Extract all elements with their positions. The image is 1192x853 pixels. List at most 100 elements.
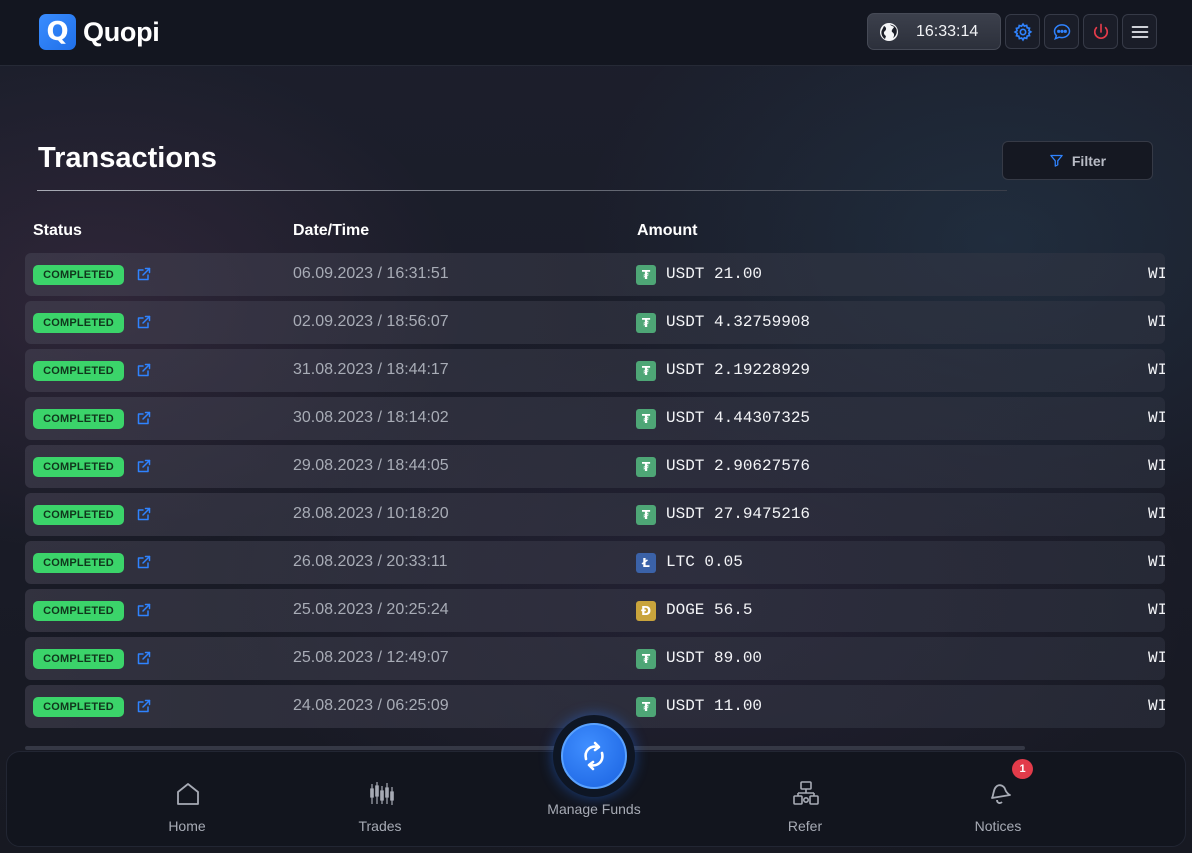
external-link-icon[interactable] [136,506,152,522]
transaction-amount: USDT 4.32759908 [666,313,811,331]
external-link-icon[interactable] [136,698,152,714]
transaction-datetime: 29.08.2023 / 18:44:05 [293,457,449,474]
table-row[interactable]: COMPLETED 28.08.2023 / 10:18:20 ₮ USDT 2… [25,493,1165,536]
transaction-datetime: 02.09.2023 / 18:56:07 [293,313,449,330]
transaction-amount: USDT 2.19228929 [666,361,811,379]
external-link-icon[interactable] [136,650,152,666]
external-link-icon[interactable] [136,362,152,378]
top-bar: Q Quopi 16:33:14 [0,0,1192,66]
coin-icon: Ð [636,601,656,621]
coin-icon: ₮ [636,361,656,381]
external-link-icon[interactable] [136,410,152,426]
column-header-datetime: Date/Time [293,222,370,239]
transaction-datetime: 26.08.2023 / 20:33:11 [293,553,448,570]
brand-name: Quopi [83,16,160,47]
status-badge: COMPLETED [33,457,124,477]
transaction-type: WI [1148,601,1165,619]
coin-icon: ₮ [636,409,656,429]
coin-icon: ₮ [636,649,656,669]
chat-button[interactable] [1044,14,1079,49]
transaction-datetime: 25.08.2023 / 20:25:24 [293,601,449,618]
nav-notices[interactable]: Notices [938,752,1058,848]
candlestick-icon [370,782,394,805]
table-row[interactable]: COMPLETED 30.08.2023 / 18:14:02 ₮ USDT 4… [25,397,1165,440]
transaction-type: WI [1148,457,1165,475]
nav-trades-label: Trades [358,818,402,834]
transaction-amount: USDT 27.9475216 [666,505,811,523]
settings-button[interactable] [1005,14,1040,49]
hamburger-icon [1131,25,1148,38]
manage-funds-button[interactable] [561,723,627,789]
transaction-type: WI [1148,313,1165,331]
table-row[interactable]: COMPLETED 25.08.2023 / 20:25:24 Ð DOGE 5… [25,589,1165,632]
nav-home-label: Home [168,818,206,834]
clock-time: 16:33:14 [916,22,979,40]
status-badge: COMPLETED [33,313,124,333]
home-icon [177,783,199,805]
external-link-icon[interactable] [136,458,152,474]
transaction-amount: DOGE 56.5 [666,601,753,619]
filter-label: Filter [1071,152,1107,169]
transaction-datetime: 24.08.2023 / 06:25:09 [293,697,449,714]
table-row[interactable]: COMPLETED 02.09.2023 / 18:56:07 ₮ USDT 4… [25,301,1165,344]
table-row[interactable]: COMPLETED 25.08.2023 / 12:49:07 ₮ USDT 8… [25,637,1165,680]
nav-refer-label: Refer [787,818,823,834]
logo-icon: Q [39,14,76,50]
nav-home[interactable]: Home [127,752,247,848]
transaction-amount: LTC 0.05 [666,553,743,571]
transaction-datetime: 28.08.2023 / 10:18:20 [293,505,449,522]
menu-button[interactable] [1122,14,1157,49]
status-badge: COMPLETED [33,601,124,621]
coin-icon: ₮ [636,265,656,285]
filter-button[interactable]: Filter [1002,141,1153,180]
table-row[interactable]: COMPLETED 06.09.2023 / 16:31:51 ₮ USDT 2… [25,253,1165,296]
status-badge: COMPLETED [33,505,124,525]
notices-count-badge: 1 [1012,759,1033,779]
refer-icon [793,781,819,805]
brand-logo[interactable]: Q Quopi [39,14,160,50]
transaction-type: WI [1148,649,1165,667]
transaction-type: WI [1148,697,1165,715]
external-link-icon[interactable] [136,554,152,570]
coin-icon: ₮ [636,505,656,525]
coin-icon: ₮ [636,697,656,717]
transaction-type: WI [1148,409,1165,427]
filter-icon [1050,154,1063,167]
time-display[interactable]: 16:33:14 [867,13,1001,50]
nav-notices-label: Notices [974,818,1022,834]
transaction-type: WI [1148,361,1165,379]
status-badge: COMPLETED [33,649,124,669]
table-row[interactable]: COMPLETED 26.08.2023 / 20:33:11 Ł LTC 0.… [25,541,1165,584]
title-divider [37,190,1007,191]
transactions-list: COMPLETED 06.09.2023 / 16:31:51 ₮ USDT 2… [25,253,1165,733]
status-badge: COMPLETED [33,265,124,285]
gear-icon [1013,22,1032,41]
column-header-status: Status [33,222,82,239]
status-badge: COMPLETED [33,697,124,717]
transaction-amount: USDT 21.00 [666,265,763,283]
logout-button[interactable] [1083,14,1118,49]
page-title: Transactions [38,142,217,174]
transaction-datetime: 25.08.2023 / 12:49:07 [293,649,449,666]
transaction-amount: USDT 2.90627576 [666,457,811,475]
bell-icon [991,784,1011,804]
transaction-datetime: 30.08.2023 / 18:14:02 [293,409,449,426]
power-icon [1093,23,1108,39]
external-link-icon[interactable] [136,314,152,330]
external-link-icon[interactable] [136,602,152,618]
exchange-icon [584,741,604,771]
coin-icon: ₮ [636,313,656,333]
horizontal-scrollbar[interactable] [25,746,1025,750]
nav-refer[interactable]: Refer [745,752,865,848]
table-row[interactable]: COMPLETED 29.08.2023 / 18:44:05 ₮ USDT 2… [25,445,1165,488]
table-row[interactable]: COMPLETED 31.08.2023 / 18:44:17 ₮ USDT 2… [25,349,1165,392]
nav-manage-funds-label: Manage Funds [547,801,641,817]
status-badge: COMPLETED [33,553,124,573]
transaction-type: WI [1148,553,1165,571]
chat-icon [1053,23,1070,40]
coin-icon: ₮ [636,457,656,477]
nav-trades[interactable]: Trades [320,752,440,848]
app-root: Q Quopi 16:33:14 Transactions Filter Sta… [0,0,1192,853]
external-link-icon[interactable] [136,266,152,282]
transaction-type: WI [1148,505,1165,523]
